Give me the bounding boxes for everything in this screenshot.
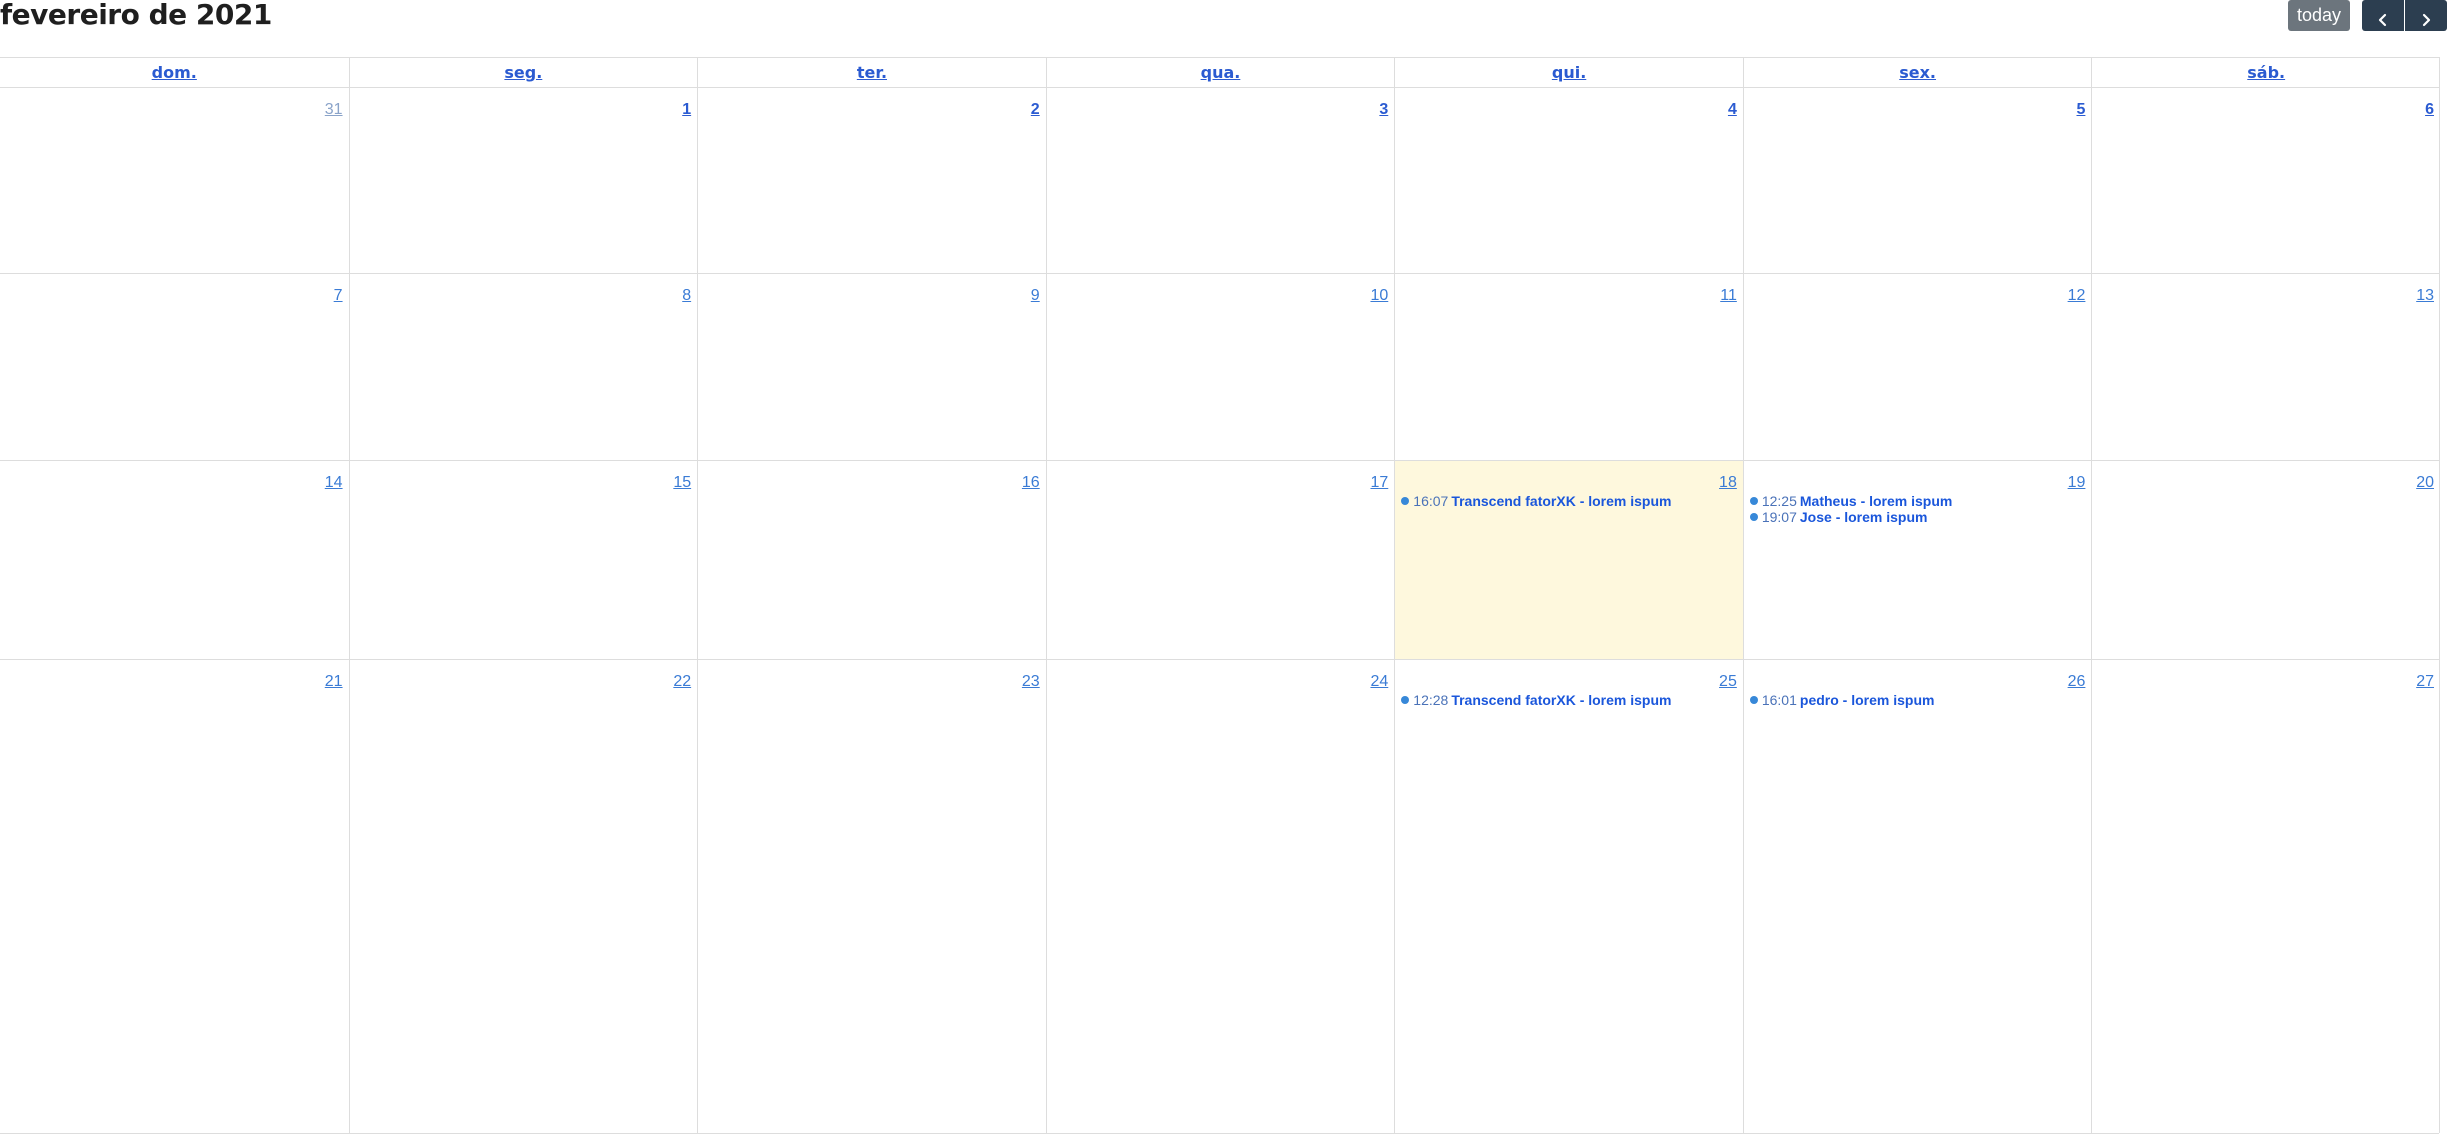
day-cell[interactable]: 27 — [2091, 660, 2440, 1133]
weekday-header: ter. — [697, 58, 1046, 87]
day-number-link[interactable]: 12 — [2068, 287, 2086, 305]
event-time: 16:07 — [1413, 493, 1449, 509]
month-grid: dom. seg. ter. qua. qui. sex. sáb. 31 1 2 3 4 5 6 7 8 9… — [0, 57, 2440, 1134]
next-month-button[interactable] — [2405, 0, 2447, 31]
event-title: Transcend fatorXK - lorem ispum — [1451, 493, 1672, 509]
day-number-link[interactable]: 17 — [1370, 474, 1388, 492]
day-number-link[interactable]: 8 — [682, 287, 691, 305]
day-number-link[interactable]: 18 — [1719, 474, 1737, 492]
day-number-link[interactable]: 19 — [2068, 474, 2086, 492]
day-number-link[interactable]: 20 — [2416, 474, 2434, 492]
calendar-event[interactable]: 12:28 Transcend fatorXK - lorem ispum — [1401, 689, 1672, 711]
day-number-link[interactable]: 16 — [1022, 474, 1040, 492]
day-cell[interactable]: 24 — [1045, 660, 1395, 1133]
day-number-link[interactable]: 9 — [1031, 287, 1040, 305]
day-number-link[interactable]: 7 — [334, 287, 343, 305]
day-cell[interactable]: 4 — [1394, 88, 1743, 273]
weekday-header: sex. — [1742, 58, 2092, 87]
day-number-link[interactable]: 24 — [1370, 673, 1388, 691]
day-cell[interactable]: 9 — [697, 274, 1046, 460]
week-row: 14 15 16 17 18 16:07 Transcend fatorXK - lorem… — [0, 461, 2439, 660]
day-cell[interactable]: 20 — [2091, 461, 2440, 659]
calendar-event[interactable]: 16:01 pedro - lorem ispum — [1749, 689, 1935, 711]
event-time: 16:01 — [1761, 692, 1797, 708]
day-number-link[interactable]: 10 — [1370, 287, 1388, 305]
event-dot-icon — [1401, 497, 1410, 505]
day-cell[interactable]: 11 — [1394, 274, 1743, 460]
day-number-link[interactable]: 13 — [2416, 287, 2434, 305]
weekday-header: sáb. — [2091, 58, 2440, 87]
day-number-link[interactable]: 3 — [1379, 101, 1388, 119]
day-cell[interactable]: 17 — [1045, 461, 1395, 659]
weekday-header: qua. — [1045, 58, 1395, 87]
day-number-link[interactable]: 22 — [673, 673, 691, 691]
calendar-title: fevereiro de 2021 — [0, 0, 272, 31]
event-dot-icon — [1749, 497, 1758, 505]
day-number-link[interactable]: 6 — [2425, 101, 2434, 119]
day-cell[interactable]: 22 — [348, 660, 698, 1133]
week-row: 7 8 9 10 11 12 13 — [0, 274, 2439, 461]
calendar-event[interactable]: 16:07 Transcend fatorXK - lorem ispum — [1401, 490, 1672, 512]
day-cell[interactable]: 1 — [348, 88, 698, 273]
day-number-link[interactable]: 15 — [673, 474, 691, 492]
chevron-right-icon — [2422, 13, 2431, 26]
day-cell[interactable]: 18 16:07 Transcend fatorXK - lorem ispum — [1394, 461, 1743, 659]
event-dot-icon — [1401, 696, 1410, 704]
event-title: Jose - lorem ispum — [1799, 509, 1928, 525]
day-cell[interactable]: 16 — [697, 461, 1046, 659]
event-title: pedro - lorem ispum — [1799, 692, 1935, 708]
calendar-event[interactable]: 19:07 Jose - lorem ispum — [1749, 506, 1928, 528]
day-cell[interactable]: 15 — [348, 461, 698, 659]
day-number-link[interactable]: 1 — [682, 101, 691, 119]
day-number-link[interactable]: 26 — [2068, 673, 2086, 691]
day-number-link[interactable]: 27 — [2416, 673, 2434, 691]
prev-month-button[interactable] — [2362, 0, 2404, 31]
day-cell[interactable]: 19 12:25 Matheus - lorem ispum 19:07 Jose - … — [1742, 461, 2092, 659]
event-dot-icon — [1749, 513, 1758, 521]
event-title: Transcend fatorXK - lorem ispum — [1451, 692, 1672, 708]
day-cell[interactable]: 12 — [1742, 274, 2092, 460]
day-cell[interactable]: 21 — [0, 660, 349, 1133]
day-number-link[interactable]: 31 — [325, 101, 343, 119]
day-number-link[interactable]: 4 — [1728, 101, 1737, 119]
event-dot-icon — [1749, 696, 1758, 704]
day-number-link[interactable]: 23 — [1022, 673, 1040, 691]
day-cell[interactable]: 13 — [2091, 274, 2440, 460]
day-number-link[interactable]: 21 — [325, 673, 343, 691]
day-cell[interactable]: 23 — [697, 660, 1046, 1133]
day-cell[interactable]: 3 — [1045, 88, 1395, 273]
day-cell[interactable]: 31 — [0, 88, 349, 273]
day-number-link[interactable]: 14 — [325, 474, 343, 492]
day-number-link[interactable]: 25 — [1719, 673, 1737, 691]
day-cell[interactable]: 5 — [1742, 88, 2092, 273]
day-number-link[interactable]: 2 — [1031, 101, 1040, 119]
weekday-header: seg. — [348, 58, 698, 87]
day-cell[interactable]: 25 12:28 Transcend fatorXK - lorem ispum — [1394, 660, 1743, 1133]
day-cell[interactable]: 10 — [1045, 274, 1395, 460]
weekday-header: qui. — [1394, 58, 1743, 87]
week-row: 21 22 23 24 25 12:28 Transcend fatorXK - lorem… — [0, 660, 2439, 1134]
day-cell[interactable]: 8 — [348, 274, 698, 460]
day-cell[interactable]: 7 — [0, 274, 349, 460]
event-time: 19:07 — [1761, 509, 1797, 525]
day-cell[interactable]: 2 — [697, 88, 1046, 273]
day-number-link[interactable]: 5 — [2077, 101, 2086, 119]
day-number-link[interactable]: 11 — [1720, 287, 1737, 305]
weekday-header-row: dom. seg. ter. qua. qui. sex. sáb. — [0, 58, 2439, 88]
weekday-header: dom. — [151, 63, 197, 82]
calendar-toolbar: fevereiro de 2021 today — [0, 0, 2447, 50]
chevron-left-icon — [2378, 13, 2387, 26]
week-row: 31 1 2 3 4 5 6 — [0, 88, 2439, 274]
event-time: 12:28 — [1413, 692, 1449, 708]
day-cell[interactable]: 6 — [2091, 88, 2440, 273]
today-button[interactable]: today — [2288, 0, 2350, 31]
day-cell[interactable]: 26 16:01 pedro - lorem ispum — [1742, 660, 2092, 1133]
day-cell[interactable]: 14 — [0, 461, 349, 659]
